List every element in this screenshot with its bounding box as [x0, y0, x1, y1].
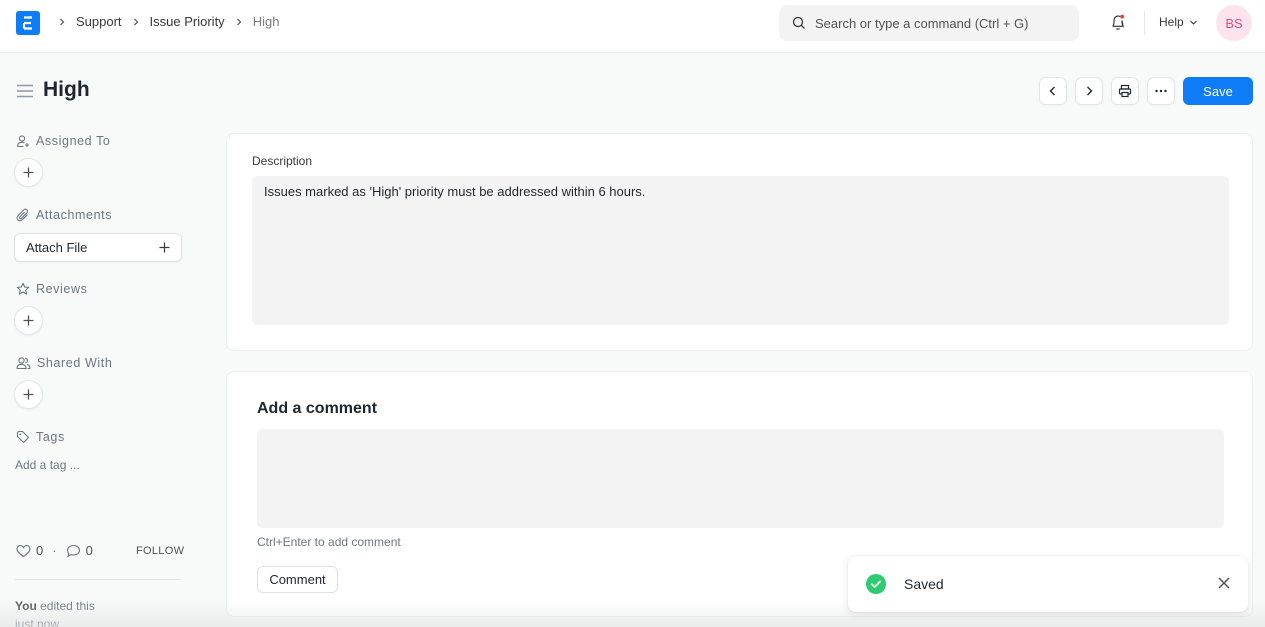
- likes-count: 0: [36, 543, 44, 558]
- close-icon[interactable]: [1217, 576, 1231, 595]
- navbar: Support Issue Priority High Search or ty…: [0, 0, 1265, 53]
- previous-record-button[interactable]: [1039, 77, 1067, 105]
- add-tag-input[interactable]: Add a tag ...: [15, 458, 80, 472]
- breadcrumb: Support Issue Priority High: [54, 14, 279, 29]
- plus-icon: [23, 167, 34, 178]
- chevron-right-icon: [57, 17, 67, 27]
- sidebar-divider: [15, 579, 181, 580]
- comments-count: 0: [85, 543, 93, 558]
- activity-time: just now: [15, 617, 60, 627]
- more-actions-button[interactable]: [1147, 77, 1175, 105]
- breadcrumb-support[interactable]: Support: [76, 14, 122, 29]
- save-button[interactable]: Save: [1183, 77, 1253, 105]
- chevron-left-icon: [1049, 86, 1055, 96]
- form-card: Description Issues marked as 'High' prio…: [226, 133, 1253, 351]
- star-icon: [16, 282, 30, 295]
- chevron-right-icon: [1087, 86, 1093, 96]
- next-record-button[interactable]: [1075, 77, 1103, 105]
- comment-button[interactable]: Comment: [257, 566, 338, 593]
- search-input[interactable]: Search or type a command (Ctrl + G): [779, 5, 1079, 41]
- tag-icon: [16, 430, 30, 444]
- assigned-to-label: Assigned To: [16, 134, 110, 148]
- add-assignee-button[interactable]: [14, 158, 43, 187]
- toast-message: Saved: [904, 576, 944, 592]
- stats-separator: ·: [52, 543, 57, 558]
- description-field[interactable]: Issues marked as 'High' priority must be…: [252, 176, 1229, 325]
- print-button[interactable]: [1111, 77, 1139, 105]
- attach-file-label: Attach File: [26, 240, 88, 255]
- logo-e-icon: [22, 16, 32, 30]
- attachments-text: Attachments: [36, 208, 113, 222]
- description-label: Description: [252, 154, 313, 168]
- plus-icon: [23, 389, 34, 400]
- user-add-icon: [16, 135, 29, 148]
- shared-with-text: Shared With: [37, 356, 113, 370]
- comment-icon[interactable]: [66, 544, 81, 558]
- reviews-label: Reviews: [16, 282, 87, 296]
- notification-dot: [1120, 14, 1125, 19]
- user-avatar[interactable]: BS: [1216, 5, 1252, 41]
- chevron-down-icon: [1189, 20, 1197, 25]
- tags-text: Tags: [36, 430, 65, 444]
- comment-section-title: Add a comment: [257, 400, 378, 417]
- add-share-button[interactable]: [14, 380, 43, 409]
- activity-user: You: [15, 599, 37, 613]
- activity-log: You edited this just now: [15, 597, 135, 627]
- plus-icon: [159, 242, 170, 253]
- chevron-right-icon: [131, 17, 141, 27]
- help-dropdown[interactable]: Help: [1159, 15, 1198, 29]
- breadcrumb-issue-priority[interactable]: Issue Priority: [150, 14, 225, 29]
- engagement-stats: 0 · 0: [16, 543, 93, 558]
- help-label: Help: [1159, 15, 1184, 29]
- app-logo[interactable]: [16, 11, 40, 35]
- success-check-icon: [866, 574, 886, 599]
- activity-text: edited this: [40, 599, 95, 613]
- users-icon: [16, 357, 31, 370]
- tags-label: Tags: [16, 430, 65, 444]
- page-title: High: [43, 78, 90, 101]
- chevron-right-icon: [234, 17, 244, 27]
- search-icon: [792, 16, 805, 29]
- shared-with-label: Shared With: [16, 356, 112, 370]
- comment-hint: Ctrl+Enter to add comment: [257, 535, 401, 549]
- saved-toast: Saved: [848, 556, 1248, 612]
- attachments-label: Attachments: [16, 208, 112, 222]
- attach-file-button[interactable]: Attach File: [14, 233, 182, 262]
- paperclip-icon: [16, 208, 29, 222]
- sidebar-toggle-icon[interactable]: [17, 84, 33, 103]
- assigned-to-text: Assigned To: [36, 134, 111, 148]
- search-placeholder: Search or type a command (Ctrl + G): [815, 15, 1029, 31]
- navbar-divider: [1144, 11, 1145, 35]
- comment-input[interactable]: [257, 429, 1224, 528]
- notifications-bell-icon[interactable]: [1108, 12, 1128, 37]
- plus-icon: [23, 315, 34, 326]
- follow-button[interactable]: FOLLOW: [136, 545, 184, 557]
- ellipsis-icon: [1155, 89, 1167, 93]
- breadcrumb-current[interactable]: High: [253, 14, 280, 29]
- heart-icon[interactable]: [16, 544, 31, 558]
- reviews-text: Reviews: [36, 282, 88, 296]
- add-review-button[interactable]: [14, 306, 43, 335]
- printer-icon: [1118, 84, 1132, 98]
